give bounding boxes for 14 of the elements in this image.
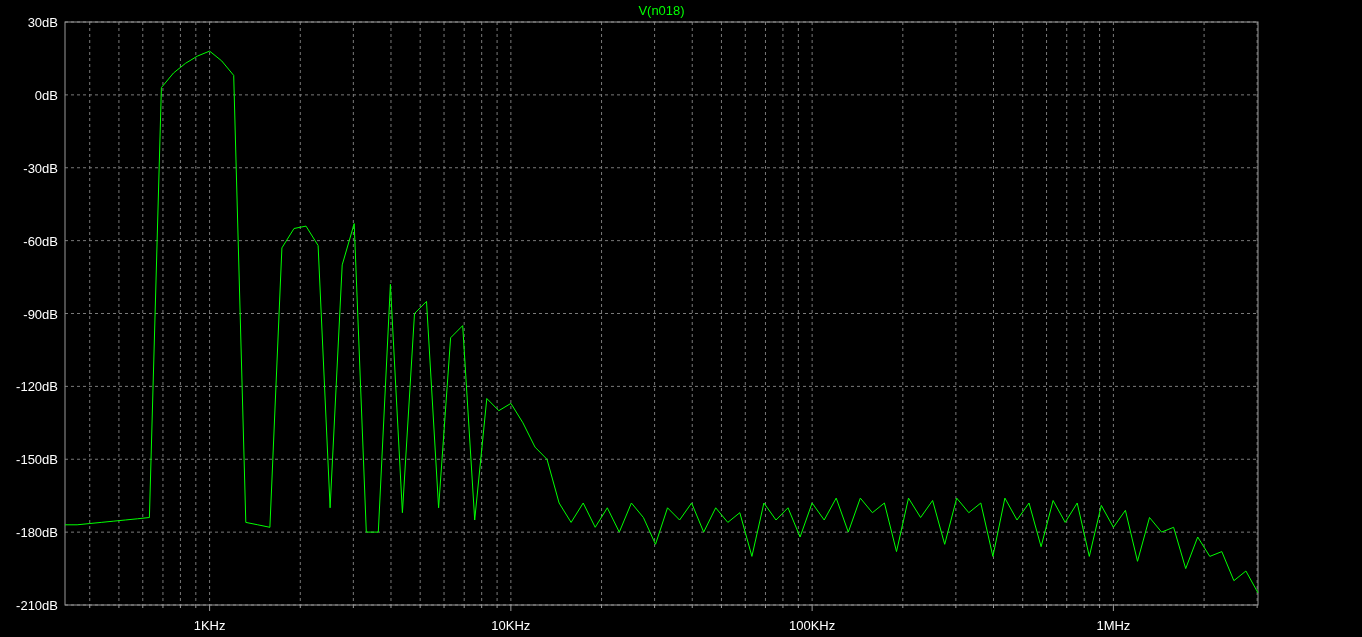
y-tick-label: -30dB: [23, 160, 58, 176]
y-tick-label: 30dB: [27, 15, 58, 30]
y-tick-label: -180dB: [16, 525, 58, 541]
x-tick-label: 100KHz: [789, 618, 836, 633]
y-tick-label: 0dB: [34, 87, 58, 103]
y-tick-label: -150dB: [16, 452, 58, 468]
y-tick-label: -210dB: [16, 598, 58, 613]
y-tick-label: -90dB: [23, 306, 58, 322]
y-tick-label: -120dB: [16, 379, 58, 395]
x-tick-label: 1KHz: [193, 618, 226, 633]
x-tick-label: 10KHz: [491, 618, 531, 633]
y-tick-label: -60dB: [23, 233, 58, 249]
trace-title[interactable]: V(n018): [638, 3, 685, 18]
x-tick-label: 1MHz: [1096, 618, 1131, 633]
